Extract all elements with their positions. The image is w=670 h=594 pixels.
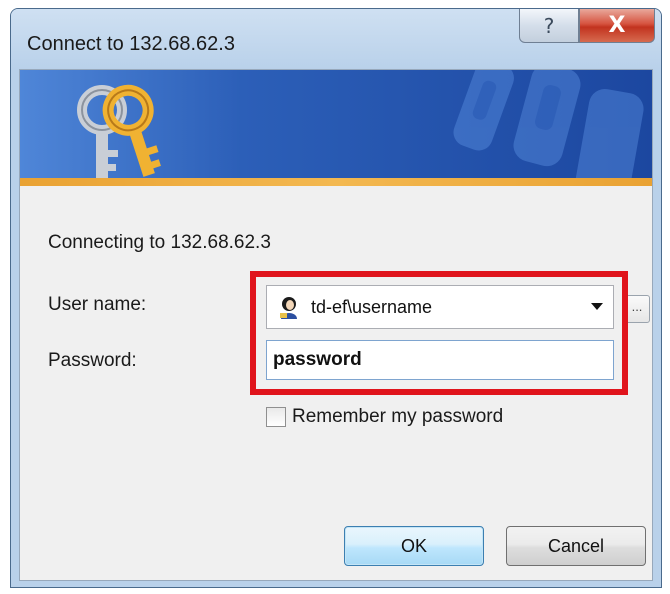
remember-password-label: Remember my password [292, 406, 504, 427]
credentials-dialog: Connect to 132.68.62.3 ? X Connecting to… [10, 8, 662, 588]
window-title: Connect to 132.68.62.3 [27, 33, 235, 55]
help-icon: ? [543, 13, 555, 38]
highlight-annotation [250, 271, 628, 395]
keys-icon [77, 84, 161, 178]
title-bar[interactable]: Connect to 132.68.62.3 ? X [11, 9, 661, 69]
user-name-label: User name: [48, 294, 147, 315]
remember-password-option[interactable]: Remember my password [266, 406, 503, 428]
cancel-button[interactable]: Cancel [506, 526, 646, 566]
watermark-keys-icon [453, 70, 644, 186]
connecting-text: Connecting to 132.68.62.3 [48, 232, 271, 253]
close-button[interactable]: X [579, 9, 655, 43]
help-button[interactable]: ? [519, 9, 579, 43]
password-label: Password: [48, 350, 137, 371]
banner [20, 70, 652, 186]
dialog-body: Connecting to 132.68.62.3 User name: Pas… [19, 69, 653, 581]
remember-password-checkbox[interactable] [266, 407, 286, 427]
close-icon: X [608, 13, 626, 38]
banner-stripe [20, 178, 652, 186]
ok-button[interactable]: OK [344, 526, 484, 566]
